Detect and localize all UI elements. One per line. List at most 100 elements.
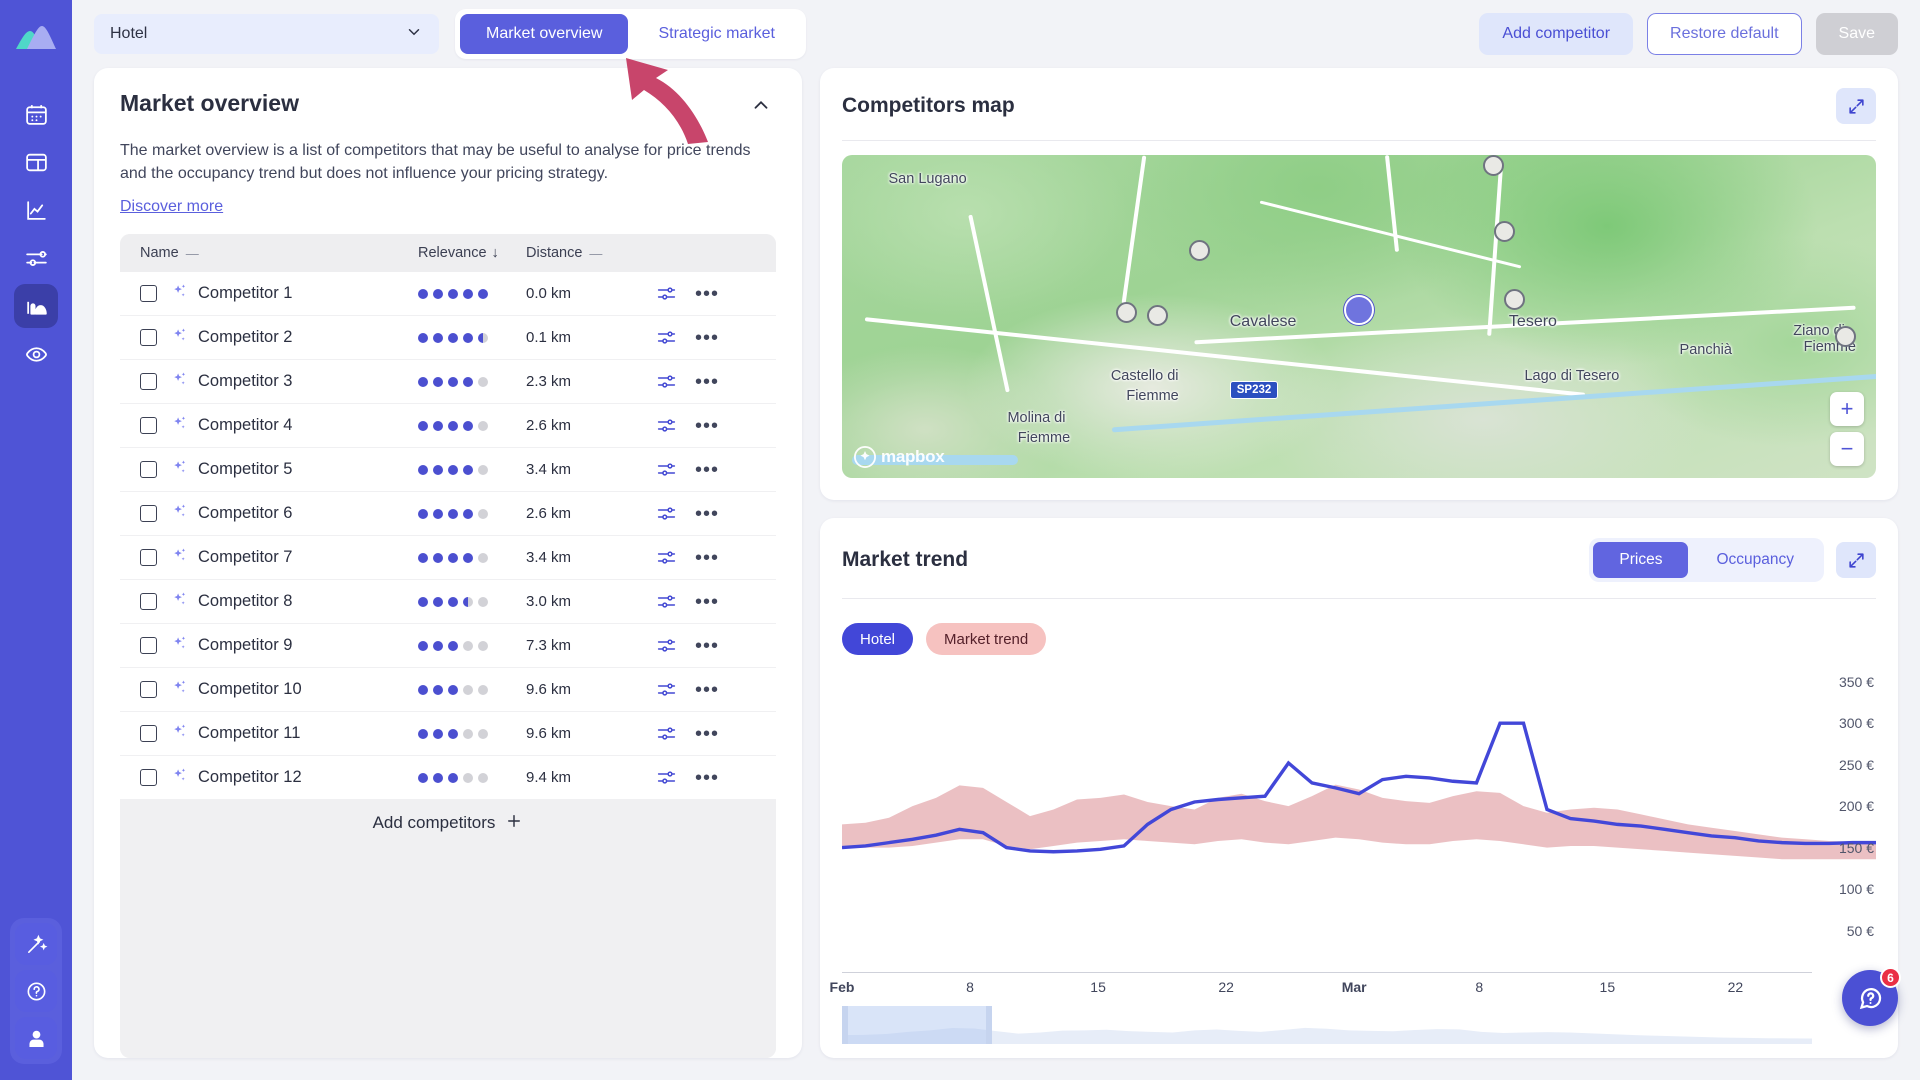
relevance-dot [433,728,443,739]
table-row[interactable]: Competitor 12 9.4 km ••• [120,756,776,799]
column-header-relevance[interactable]: Relevance ↓ [418,245,526,261]
tune-sliders-icon[interactable] [656,283,677,304]
table-row[interactable]: Competitor 1 0.0 km ••• [120,272,776,315]
sidebar-item-dashboard[interactable] [14,140,58,184]
tune-sliders-icon[interactable] [656,371,677,392]
more-options-icon[interactable]: ••• [695,768,719,788]
row-checkbox[interactable] [140,637,157,655]
sidebar-item-monitoring[interactable] [14,332,58,376]
row-checkbox[interactable] [140,461,157,479]
sparkle-icon [170,546,189,570]
add-competitors-button[interactable]: Add competitors [120,800,776,847]
chart-range-minimap[interactable] [842,1006,1812,1044]
relevance-dot [433,508,443,519]
toggle-occupancy[interactable]: Occupancy [1690,542,1820,578]
legend-chip-hotel[interactable]: Hotel [842,623,914,655]
more-options-icon[interactable]: ••• [695,416,719,436]
map-pin-competitor[interactable] [1834,325,1856,347]
tune-sliders-icon[interactable] [656,591,677,612]
row-checkbox[interactable] [140,725,157,743]
more-options-icon[interactable]: ••• [695,504,719,524]
relevance-dot [418,596,428,607]
map-pin-competitor[interactable] [1493,220,1515,242]
app-logo[interactable] [14,18,58,58]
help-chat-button[interactable]: 6 [1842,967,1901,1026]
market-band-area [842,784,1876,860]
more-options-icon[interactable]: ••• [695,636,719,656]
mapbox-attribution[interactable]: mapbox [854,446,945,468]
tune-sliders-icon[interactable] [656,459,677,480]
map-zoom-out-button[interactable]: − [1830,432,1864,466]
tune-sliders-icon[interactable] [656,547,677,568]
row-checkbox[interactable] [140,417,157,435]
map-expand-button[interactable] [1836,88,1876,124]
tab-strategic-market[interactable]: Strategic market [632,14,800,54]
map-pin-competitor[interactable] [1188,240,1210,262]
row-checkbox[interactable] [140,285,157,303]
row-checkbox[interactable] [140,373,157,391]
column-header-name[interactable]: Name — [140,245,418,261]
minimap-range-selector[interactable] [842,1006,993,1044]
map-pin-competitor[interactable] [1116,301,1138,323]
tune-sliders-icon[interactable] [656,767,677,788]
map-canvas[interactable]: SP232 mapbox + − San Lugano Cavalese Teser… [842,155,1876,478]
trend-expand-button[interactable] [1836,542,1876,578]
user-icon[interactable] [15,1017,57,1059]
tune-sliders-icon[interactable] [656,503,677,524]
more-options-icon[interactable]: ••• [695,460,719,480]
row-checkbox[interactable] [140,769,157,787]
discover-more-link[interactable]: Discover more [120,198,776,216]
chevron-up-icon[interactable] [746,90,776,125]
table-row[interactable]: Competitor 9 7.3 km ••• [120,624,776,667]
tune-sliders-icon[interactable] [656,723,677,744]
table-row[interactable]: Competitor 6 2.6 km ••• [120,492,776,535]
relevance-dot [418,772,428,783]
more-options-icon[interactable]: ••• [695,284,719,304]
tab-market-overview[interactable]: Market overview [460,14,629,54]
row-checkbox[interactable] [140,329,157,347]
tune-sliders-icon[interactable] [656,415,677,436]
table-row[interactable]: Competitor 5 3.4 km ••• [120,448,776,491]
add-competitor-button[interactable]: Add competitor [1479,13,1634,55]
map-divider [842,140,1876,141]
more-options-icon[interactable]: ••• [695,548,719,568]
more-options-icon[interactable]: ••• [695,328,719,348]
more-options-icon[interactable]: ••• [695,724,719,744]
table-row[interactable]: Competitor 3 2.3 km ••• [120,360,776,403]
magic-wand-icon[interactable] [15,923,57,965]
save-button[interactable]: Save [1815,13,1898,55]
property-select[interactable]: Hotel [94,14,439,54]
table-row[interactable]: Competitor 10 9.6 km ••• [120,668,776,711]
legend-chip-market-trend[interactable]: Market trend [926,623,1047,655]
sidebar-item-analytics[interactable] [14,188,58,232]
restore-default-button[interactable]: Restore default [1647,13,1802,55]
row-checkbox[interactable] [140,593,157,611]
sidebar-item-strategy[interactable] [14,236,58,280]
toggle-prices[interactable]: Prices [1593,542,1689,578]
table-row[interactable]: Competitor 2 0.1 km ••• [120,316,776,359]
more-options-icon[interactable]: ••• [695,372,719,392]
row-checkbox[interactable] [140,505,157,523]
column-header-distance[interactable]: Distance — [526,245,656,261]
table-row[interactable]: Competitor 7 3.4 km ••• [120,536,776,579]
more-options-icon[interactable]: ••• [695,592,719,612]
map-zoom-in-button[interactable]: + [1830,392,1864,426]
sidebar-item-market[interactable] [14,284,58,328]
row-actions: ••• [656,679,756,700]
help-circle-icon[interactable] [15,970,57,1012]
sparkle-icon [170,766,189,790]
table-row[interactable]: Competitor 8 3.0 km ••• [120,580,776,623]
tune-sliders-icon[interactable] [656,635,677,656]
map-pin-own-property[interactable] [1344,295,1374,326]
map-pin-competitor[interactable] [1147,304,1169,326]
map-pin-competitor[interactable] [1504,288,1526,310]
table-row[interactable]: Competitor 11 9.6 km ••• [120,712,776,755]
sidebar-item-calendar[interactable] [14,92,58,136]
row-checkbox[interactable] [140,681,157,699]
more-options-icon[interactable]: ••• [695,680,719,700]
tune-sliders-icon[interactable] [656,679,677,700]
tune-sliders-icon[interactable] [656,327,677,348]
row-checkbox[interactable] [140,549,157,567]
relevance-rating [418,420,526,431]
table-row[interactable]: Competitor 4 2.6 km ••• [120,404,776,447]
